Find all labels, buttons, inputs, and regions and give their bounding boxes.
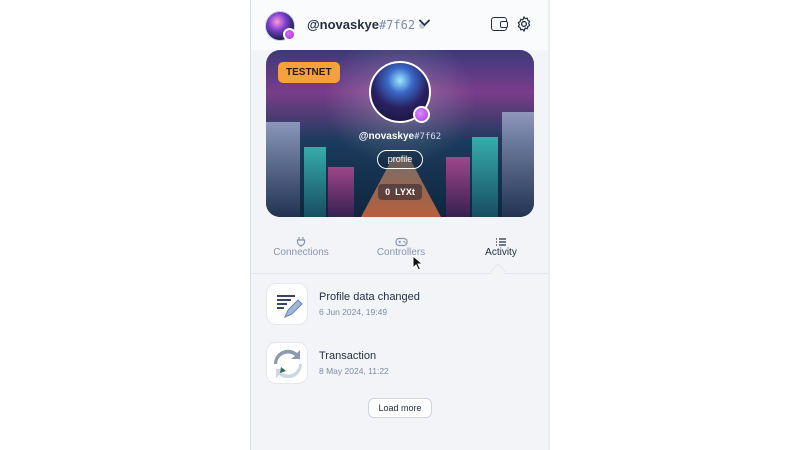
profile-button[interactable]: profile: [377, 150, 423, 169]
tab-connections[interactable]: Connections: [251, 225, 351, 273]
activity-date: 8 May 2024, 11:22: [319, 366, 389, 376]
background-art: [472, 137, 498, 217]
plug-icon: [295, 234, 307, 247]
handle-tag: #7f62: [378, 18, 416, 32]
activity-title: Profile data changed: [319, 291, 420, 303]
profile-card: TESTNET @novaskye#7f62 profile 0 LYXt: [266, 50, 534, 217]
avatar-badge-icon: [283, 28, 296, 41]
list-item[interactable]: Transaction 8 May 2024, 11:22: [266, 342, 536, 386]
network-badge: TESTNET: [278, 62, 340, 83]
balance-currency: LYXt: [395, 187, 415, 197]
background-art: [304, 147, 326, 217]
scrollbar[interactable]: [548, 0, 550, 450]
tab-label: Activity: [485, 247, 517, 258]
balance-amount: 0: [385, 187, 391, 197]
background-art: [502, 112, 534, 217]
list-item[interactable]: Profile data changed 6 Jun 2024, 19:49: [266, 283, 536, 327]
chevron-down-icon[interactable]: [419, 16, 430, 30]
handle-name: @novaskye: [307, 17, 379, 32]
mouse-cursor-icon: [412, 254, 424, 271]
tab-bar: Connections Controllers Activity: [251, 225, 549, 273]
profile-handle[interactable]: @novaskye#7f62: [307, 17, 426, 32]
avatar-badge-icon: [413, 106, 430, 123]
tab-controllers[interactable]: Controllers: [351, 225, 451, 273]
tab-label: Controllers: [376, 247, 426, 258]
activity-title: Transaction: [319, 350, 377, 362]
wallet-icon[interactable]: [491, 17, 508, 31]
gear-icon[interactable]: [515, 15, 533, 33]
document-edit-icon: [266, 283, 308, 325]
load-more-button[interactable]: Load more: [368, 398, 432, 418]
handle-name: @novaskye: [358, 131, 415, 142]
controller-icon: [395, 234, 408, 247]
handle-tag: #7f62: [414, 132, 442, 142]
top-bar: @novaskye#7f62: [251, 0, 549, 50]
tab-label: Connections: [273, 247, 329, 258]
profile-card-handle: @novaskye#7f62: [266, 131, 534, 142]
transaction-icon: [266, 342, 308, 384]
extension-panel: @novaskye#7f62 TESTNET @novaskye#7f62 pr…: [250, 0, 550, 450]
activity-date: 6 Jun 2024, 19:49: [319, 307, 388, 317]
list-icon: [495, 234, 507, 246]
balance: 0 LYXt: [266, 184, 534, 200]
